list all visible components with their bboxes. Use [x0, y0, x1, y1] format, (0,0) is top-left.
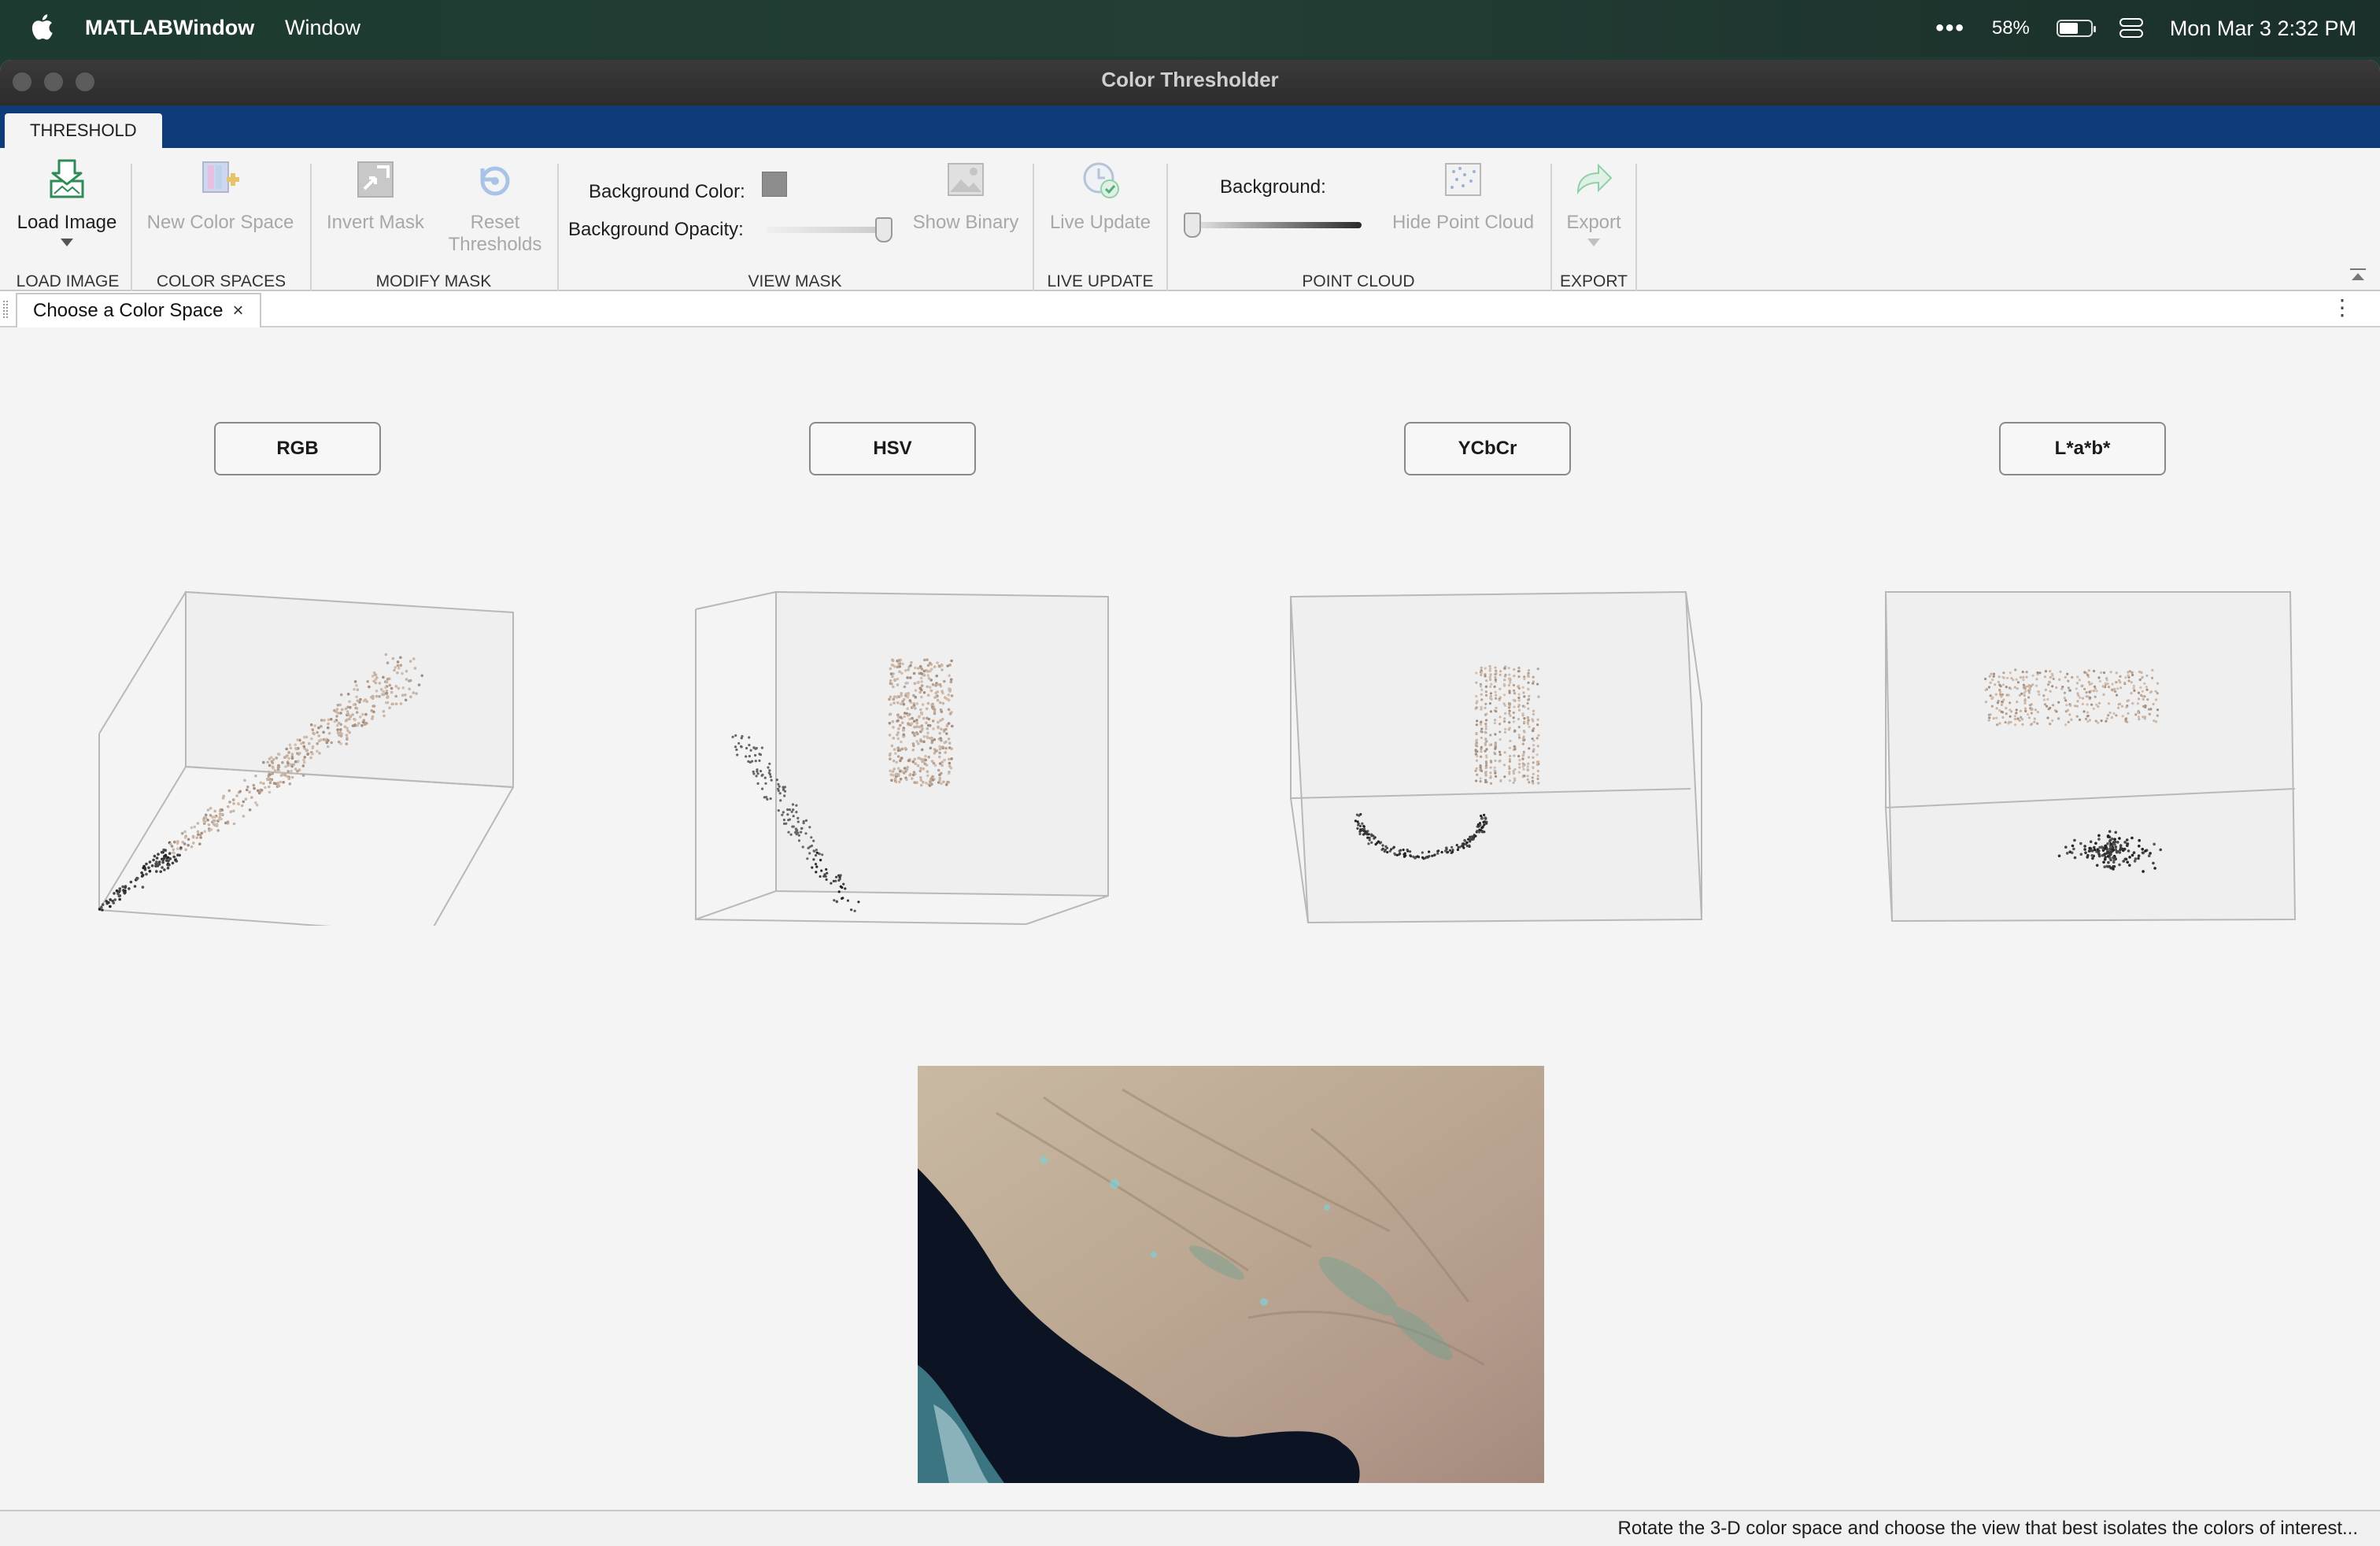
point-cloud-background-thumb[interactable]	[1184, 213, 1201, 238]
lab-button[interactable]: L*a*b*	[1999, 422, 2166, 475]
divider	[1635, 164, 1637, 291]
background-color-swatch[interactable]	[762, 172, 787, 197]
tab-threshold[interactable]: THRESHOLD	[5, 113, 162, 148]
load-image-icon	[50, 159, 84, 198]
group-label-live-update: LIVE UPDATE	[1047, 272, 1154, 290]
hsv-point-cloud[interactable]	[693, 579, 1118, 926]
divider	[557, 164, 559, 291]
close-window-button[interactable]	[13, 72, 31, 91]
ribbon-toolstrip: Load Image LOAD IMAGE New Color Space CO…	[0, 148, 2380, 291]
ellipsis-icon[interactable]: •••	[1935, 15, 1965, 42]
ribbon-tab-strip: THRESHOLD	[0, 105, 2380, 148]
menu-clock[interactable]: Mon Mar 3 2:32 PM	[2170, 17, 2356, 41]
tab-label: Choose a Color Space	[33, 300, 224, 321]
live-update-label: Live Update	[1049, 212, 1151, 233]
show-binary-button[interactable]: Show Binary	[904, 157, 1028, 234]
divider	[131, 164, 132, 291]
rgb-button[interactable]: RGB	[214, 422, 381, 475]
live-update-button[interactable]: Live Update	[1039, 157, 1162, 234]
rgb-point-cloud[interactable]	[87, 579, 527, 926]
divider	[1550, 164, 1552, 291]
battery-icon[interactable]	[2056, 20, 2096, 37]
divider	[1166, 164, 1168, 291]
invert-mask-icon	[357, 161, 394, 198]
close-icon[interactable]: ×	[232, 295, 243, 327]
invert-mask-label: Invert Mask	[326, 212, 425, 233]
document-tab-bar: Choose a Color Space × ⋮	[0, 291, 2380, 327]
hide-point-cloud-label: Hide Point Cloud	[1391, 212, 1535, 233]
point-cloud-background-slider[interactable]	[1184, 222, 1362, 228]
menu-extras: ••• 58% Mon Mar 3 2:32 PM	[1935, 0, 2356, 57]
lab-point-cloud[interactable]	[1883, 579, 2308, 926]
group-label-color-spaces: COLOR SPACES	[156, 272, 286, 290]
ycbcr-button[interactable]: YCbCr	[1404, 422, 1571, 475]
window-controls	[13, 72, 94, 91]
reset-label-line2: Thresholds	[448, 234, 542, 255]
divider	[1033, 164, 1034, 291]
chevron-down-icon[interactable]	[61, 239, 73, 246]
window-titlebar[interactable]: Color Thresholder	[0, 60, 2380, 105]
reset-label-line1: Reset	[470, 212, 520, 233]
new-color-space-button[interactable]: New Color Space	[140, 157, 301, 234]
group-label-view-mask: VIEW MASK	[748, 272, 842, 290]
color-space-chooser: RGB HSV YCbCr L*a*b*	[0, 329, 2380, 1497]
window-title: Color Thresholder	[1101, 68, 1279, 91]
new-color-space-icon	[202, 161, 239, 193]
chevron-down-icon[interactable]	[1587, 239, 1600, 246]
new-color-space-label: New Color Space	[146, 212, 294, 233]
app-window: Color Thresholder THRESHOLD Load Image L…	[0, 60, 2380, 1546]
macos-menu-bar: MATLABWindow Window ••• 58% Mon Mar 3 2:…	[0, 0, 2380, 57]
collapse-ribbon-icon[interactable]	[2347, 264, 2369, 287]
control-center-icon[interactable]	[2119, 18, 2143, 39]
hide-point-cloud-button[interactable]: Hide Point Cloud	[1382, 157, 1544, 234]
apple-icon[interactable]	[30, 13, 54, 41]
group-label-load-image: LOAD IMAGE	[16, 272, 120, 290]
zoom-window-button[interactable]	[76, 72, 94, 91]
group-label-point-cloud: POINT CLOUD	[1302, 272, 1415, 290]
battery-percent: 58%	[1991, 17, 2030, 39]
background-opacity-slider[interactable]	[765, 227, 891, 233]
hsv-button[interactable]: HSV	[809, 422, 976, 475]
group-label-export: EXPORT	[1560, 272, 1628, 290]
grip-handle[interactable]	[3, 301, 8, 318]
load-image-button[interactable]: Load Image	[8, 157, 126, 246]
tab-choose-color-space[interactable]: Choose a Color Space ×	[16, 293, 261, 327]
divider	[310, 164, 312, 291]
export-arrow-icon	[1576, 163, 1613, 195]
point-cloud-background-label: Background:	[1220, 176, 1326, 198]
export-label: Export	[1566, 212, 1621, 233]
background-opacity-label: Background Opacity:	[568, 219, 744, 240]
reset-thresholds-button[interactable]: Reset Thresholds	[438, 157, 552, 256]
invert-mask-button[interactable]: Invert Mask	[318, 157, 433, 234]
status-bar: Rotate the 3-D color space and choose th…	[0, 1510, 2380, 1546]
clock-check-icon	[1083, 162, 1119, 198]
group-label-modify-mask: MODIFY MASK	[375, 272, 492, 290]
ycbcr-point-cloud[interactable]	[1288, 579, 1713, 926]
load-image-label: Load Image	[17, 212, 117, 233]
background-color-label: Background Color:	[589, 181, 745, 202]
loaded-image-preview	[918, 1066, 1544, 1483]
image-icon	[948, 163, 984, 196]
background-opacity-thumb[interactable]	[875, 217, 893, 242]
minimize-window-button[interactable]	[44, 72, 63, 91]
reset-icon	[480, 166, 510, 196]
menu-window[interactable]: Window	[285, 16, 360, 40]
show-binary-label: Show Binary	[912, 212, 1019, 233]
app-menu-name[interactable]: MATLABWindow	[85, 16, 254, 40]
export-button[interactable]: Export	[1555, 157, 1632, 246]
point-cloud-icon	[1445, 163, 1481, 196]
more-options-icon[interactable]: ⋮	[2331, 297, 2353, 319]
